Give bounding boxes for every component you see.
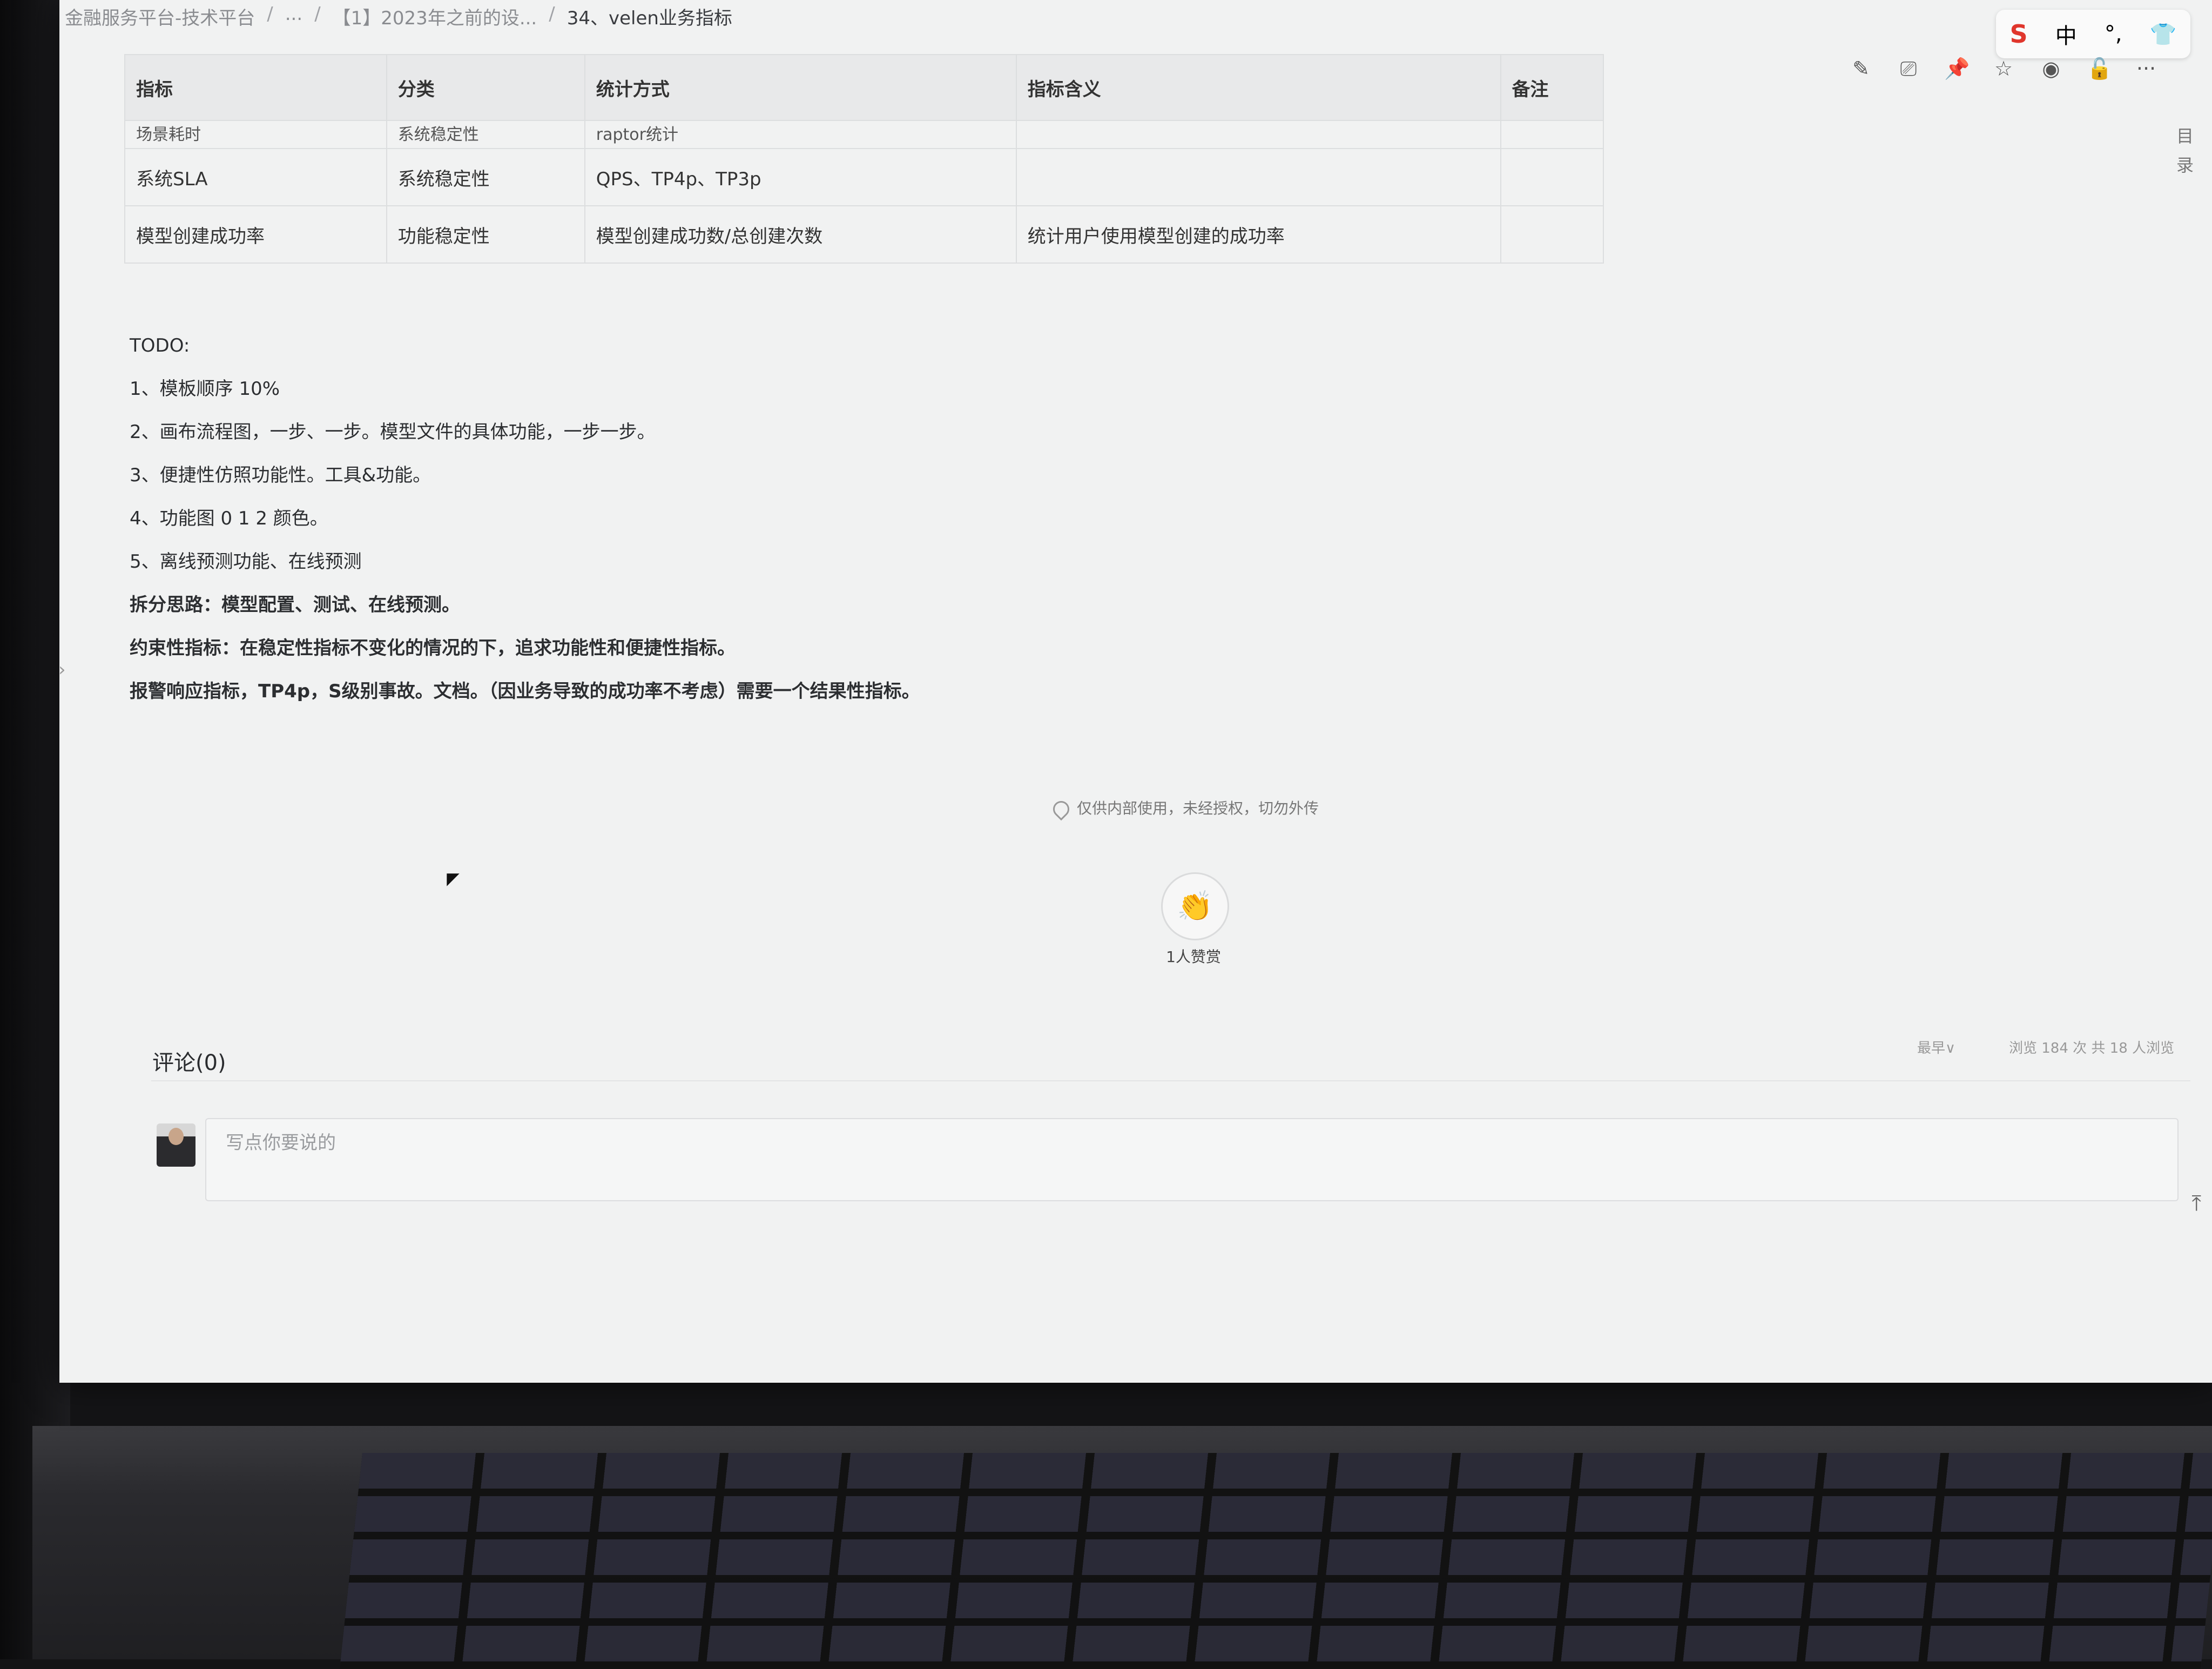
ime-punct-icon[interactable]: °,: [2105, 22, 2122, 46]
applause-button[interactable]: 👏: [1161, 872, 1229, 940]
ime-toolbar: S 中 °, 👕: [1996, 10, 2190, 58]
doc-body: TODO: 1、模板顺序 10% 2、画布流程图，一步、一步。模型文件的具体功能…: [130, 324, 920, 713]
todo-item: 5、离线预测功能、在线预测: [130, 551, 362, 573]
todo-item: 3、便捷性仿照功能性。工具&功能。: [130, 465, 431, 486]
table-cell: 模型创建成功率: [124, 205, 387, 264]
breadcrumb-item-ellipsis[interactable]: ...: [285, 3, 302, 30]
toc-label: 录: [2176, 155, 2194, 176]
ime-mode-toggle[interactable]: 中: [2055, 18, 2077, 50]
comments-title: 评论(0): [152, 1051, 226, 1075]
table-row: 模型创建成功率 功能稳定性 模型创建成功数/总创建次数 统计用户使用模型创建的成…: [124, 205, 1604, 264]
doc-toolbar: ✎ ⎚ 📌 ☆ ◉ 🔓 ···: [1849, 57, 2158, 80]
todo-title: TODO:: [130, 335, 190, 356]
more-icon[interactable]: ···: [2134, 57, 2158, 80]
table-header-cell: 备注: [1500, 54, 1604, 121]
toc-tab[interactable]: 目 录: [2174, 122, 2196, 180]
present-icon[interactable]: ⎚: [1897, 57, 1920, 80]
todo-item: 4、功能图 0 1 2 颜色。: [130, 508, 328, 529]
breadcrumb-item-current: 34、velen业务指标: [567, 8, 732, 29]
table-cell: 系统稳定性: [386, 148, 585, 206]
applause-count: 1人赞赏: [1166, 948, 1221, 966]
table-header-cell: 统计方式: [584, 54, 1017, 121]
table-cell: [1015, 148, 1501, 206]
todo-item: 1、模板顺序 10%: [130, 378, 280, 400]
table-cell: [1500, 148, 1604, 206]
table-cell: 系统稳定性: [386, 120, 585, 149]
alert-metric-line: 报警响应指标，TP4p，S级别事故。文档。（因业务导致的成功率不考虑）需要一个结…: [130, 681, 920, 702]
avatar: [157, 1123, 195, 1167]
browser-screen: 金融服务平台-技术平台 / ... / 【1】2023年之前的设... / 34…: [59, 0, 2212, 1383]
internal-use-notice: 仅供内部使用，未经授权，切勿外传: [1049, 797, 1319, 821]
table-header-cell: 指标含义: [1015, 54, 1501, 121]
table-row: 系统SLA 系统稳定性 QPS、TP4p、TP3p: [124, 148, 1604, 206]
table-header-row: 指标 分类 统计方式 指标含义 备注: [124, 54, 1604, 121]
breadcrumb-separator: /: [549, 3, 555, 25]
pin-icon[interactable]: 📌: [1944, 57, 1970, 80]
table-cell: 系统SLA: [124, 148, 387, 206]
breadcrumb-item-space[interactable]: 金融服务平台-技术平台: [65, 3, 255, 30]
eye-icon[interactable]: ◉: [2039, 57, 2063, 80]
table-cell: [1015, 120, 1501, 149]
view-count: 浏览 184 次 共 18 人浏览: [2009, 1040, 2175, 1056]
todo-item: 2、画布流程图，一步、一步。模型文件的具体功能，一步一步。: [130, 421, 656, 443]
split-idea-line: 拆分思路：模型配置、测试、在线预测。: [130, 594, 460, 616]
laptop-keyboard-keys: [339, 1453, 2212, 1669]
table-row: 场景耗时 系统稳定性 raptor统计: [124, 120, 1604, 149]
breadcrumb: 金融服务平台-技术平台 / ... / 【1】2023年之前的设... / 34…: [65, 3, 732, 30]
lock-icon[interactable]: 🔓: [2087, 57, 2112, 80]
breadcrumb-separator: /: [314, 3, 321, 25]
comment-input-box[interactable]: [205, 1118, 2179, 1201]
table-cell: 模型创建成功数/总创建次数: [584, 205, 1017, 264]
table-cell: [1500, 120, 1604, 149]
ime-skin-icon[interactable]: 👕: [2150, 22, 2177, 47]
table-cell: raptor统计: [584, 120, 1017, 149]
star-icon[interactable]: ☆: [1992, 57, 2015, 80]
back-to-top-icon[interactable]: ⤒: [2191, 1191, 2201, 1216]
toc-label: 目: [2176, 126, 2194, 146]
mouse-cursor-icon: [447, 873, 460, 886]
table-cell: [1500, 205, 1604, 264]
constraint-metric-line: 约束性指标：在稳定性指标不变化的情况的下，追求功能性和便捷性指标。: [130, 637, 736, 659]
divider: [151, 1080, 2190, 1081]
sogou-logo-icon[interactable]: S: [2010, 19, 2028, 49]
table-header-cell: 指标: [124, 54, 387, 121]
breadcrumb-item-folder[interactable]: 【1】2023年之前的设...: [333, 3, 537, 30]
comment-sort-dropdown[interactable]: 最早∨: [1917, 1037, 1955, 1057]
breadcrumb-separator: /: [267, 3, 273, 25]
location-pin-icon: [1049, 797, 1073, 821]
table-cell: 功能稳定性: [386, 205, 585, 264]
table-header-cell: 分类: [386, 54, 585, 121]
comment-input[interactable]: [206, 1119, 2019, 1167]
edit-icon[interactable]: ✎: [1849, 57, 1873, 80]
notice-text: 仅供内部使用，未经授权，切勿外传: [1077, 799, 1319, 817]
sidebar-expand-icon[interactable]: ›: [59, 659, 66, 681]
table-cell: QPS、TP4p、TP3p: [584, 148, 1017, 206]
metrics-table: 指标 分类 统计方式 指标含义 备注 场景耗时 系统稳定性 raptor统计 系…: [124, 54, 1604, 264]
table-cell: 统计用户使用模型创建的成功率: [1015, 205, 1501, 264]
table-cell: 场景耗时: [124, 120, 387, 149]
